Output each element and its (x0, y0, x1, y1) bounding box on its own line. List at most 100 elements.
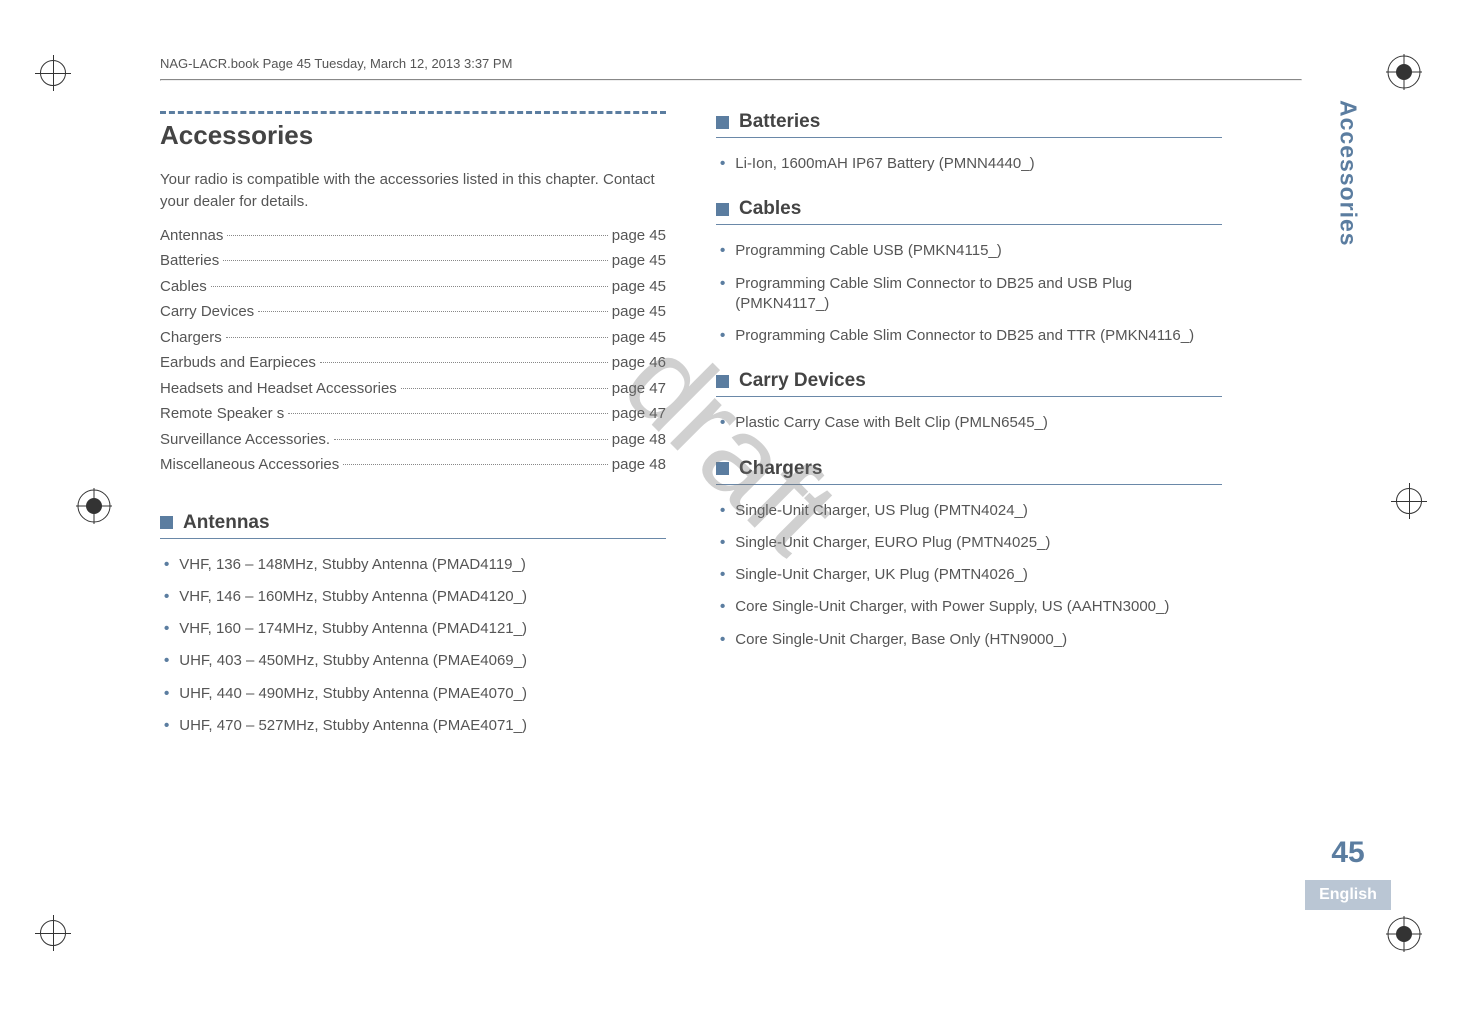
bullet-icon: • (720, 565, 725, 585)
toc-dots (288, 413, 608, 414)
list-item: •UHF, 403 – 450MHz, Stubby Antenna (PMAE… (164, 651, 666, 671)
bullet-icon: • (720, 326, 725, 346)
toc-row: Cablespage 45 (160, 274, 666, 300)
section-heading: Carry Devices (716, 370, 1222, 392)
toc-row: Batteriespage 45 (160, 248, 666, 274)
toc-dots (334, 439, 608, 440)
toc-page: page 45 (612, 223, 666, 249)
toc-page: page 45 (612, 325, 666, 351)
list-item-text: Single-Unit Charger, US Plug (PMTN4024_) (735, 501, 1028, 521)
toc-row: Miscellaneous Accessories page 48 (160, 452, 666, 478)
toc-page: page 48 (612, 427, 666, 453)
list-item: • Li-Ion, 1600mAH IP67 Battery (PMNN4440_… (720, 154, 1222, 174)
toc-dots (258, 311, 608, 312)
toc-dots (211, 286, 608, 287)
list-item: • Single-Unit Charger, US Plug (PMTN4024_… (720, 501, 1222, 521)
toc-label: Remote Speaker s (160, 401, 284, 427)
bullet-list: • Plastic Carry Case with Belt Clip (PMLN… (716, 413, 1222, 433)
section-marker-icon (716, 462, 729, 475)
registration-mark-icon (1396, 488, 1422, 514)
toc-row: Remote Speaker s page 47 (160, 401, 666, 427)
section-title: Chargers (739, 458, 822, 480)
list-item-text: UHF, 440 – 490MHz, Stubby Antenna (PMAE4… (179, 684, 527, 704)
target-icon (1386, 916, 1422, 952)
list-item-text: Core Single-Unit Charger, Base Only (HTN… (735, 630, 1067, 650)
list-item-text: Core Single-Unit Charger, with Power Sup… (735, 597, 1169, 617)
bullet-list: •VHF, 136 – 148MHz, Stubby Antenna (PMAD… (160, 555, 666, 737)
bullet-icon: • (164, 716, 169, 736)
document-page: NAG-LACR.book Page 45 Tuesday, March 12,… (100, 40, 1362, 973)
side-chapter-label: Accessories (1335, 100, 1362, 247)
page-title: Accessories (160, 120, 666, 151)
toc-row: Carry Devicespage 45 (160, 299, 666, 325)
section-marker-icon (716, 116, 729, 129)
toc-row: Antennaspage 45 (160, 223, 666, 249)
list-item-text: Single-Unit Charger, UK Plug (PMTN4026_) (735, 565, 1028, 585)
list-item: • Single-Unit Charger, EURO Plug (PMTN402… (720, 533, 1222, 553)
toc-label: Earbuds and Earpieces (160, 350, 316, 376)
section-chargers: Chargers • Single-Unit Charger, US Plug (… (716, 458, 1222, 650)
toc-dots (401, 388, 608, 389)
toc-row: Headsets and Headset Accessoriespage 47 (160, 376, 666, 402)
list-item: •Programming Cable Slim Connector to DB2… (720, 274, 1222, 315)
toc-page: page 45 (612, 274, 666, 300)
list-item: • UHF, 470 – 527MHz, Stubby Antenna (PMAE… (164, 716, 666, 736)
list-item-text: UHF, 470 – 527MHz, Stubby Antenna (PMAE4… (179, 716, 527, 736)
section-title: Batteries (739, 111, 820, 133)
header-divider (160, 79, 1302, 81)
registration-mark-icon (40, 920, 66, 946)
section-cables: Cables • Programming Cable USB (PMKN4115_… (716, 198, 1222, 346)
toc-row: Earbuds and Earpiecespage 46 (160, 350, 666, 376)
toc-row: Chargers page 45 (160, 325, 666, 351)
column-left: Accessories Your radio is compatible wit… (160, 111, 666, 973)
column-right: Batteries • Li-Ion, 1600mAH IP67 Battery … (716, 111, 1222, 973)
title-dashed-rule (160, 111, 666, 114)
list-item-text: UHF, 403 – 450MHz, Stubby Antenna (PMAE4… (179, 651, 527, 671)
list-item-text: VHF, 146 – 160MHz, Stubby Antenna (PMAD4… (179, 587, 527, 607)
bullet-icon: • (164, 555, 169, 575)
toc-dots (226, 337, 608, 338)
section-divider (716, 224, 1222, 225)
bullet-icon: • (720, 274, 725, 315)
section-heading: Cables (716, 198, 1222, 220)
bullet-icon: • (720, 154, 725, 174)
section-heading: Batteries (716, 111, 1222, 133)
bullet-icon: • (720, 241, 725, 261)
bullet-icon: • (720, 413, 725, 433)
page-number: 45 (1305, 836, 1391, 870)
list-item-text: Plastic Carry Case with Belt Clip (PMLN6… (735, 413, 1048, 433)
toc-dots (223, 260, 608, 261)
bullet-list: • Programming Cable USB (PMKN4115_) •Prog… (716, 241, 1222, 346)
section-heading: Antennas (160, 512, 666, 534)
bullet-icon: • (720, 533, 725, 553)
bullet-icon: • (720, 501, 725, 521)
bullet-icon: • (164, 587, 169, 607)
toc-label: Chargers (160, 325, 222, 351)
toc-dots (227, 235, 607, 236)
section-divider (716, 484, 1222, 485)
toc-page: page 47 (612, 401, 666, 427)
list-item: • Single-Unit Charger, UK Plug (PMTN4026_… (720, 565, 1222, 585)
content-columns: Accessories Your radio is compatible wit… (100, 111, 1362, 973)
toc-label: Miscellaneous Accessories (160, 452, 339, 478)
section-title: Antennas (183, 512, 270, 534)
list-item-text: Li-Ion, 1600mAH IP67 Battery (PMNN4440_) (735, 154, 1034, 174)
toc-page: page 48 (612, 452, 666, 478)
section-carry-devices: Carry Devices • Plastic Carry Case with B… (716, 370, 1222, 433)
list-item: •Core Single-Unit Charger, Base Only (HT… (720, 630, 1222, 650)
list-item: •VHF, 160 – 174MHz, Stubby Antenna (PMAD… (164, 619, 666, 639)
side-tab: Accessories 45 English (1330, 100, 1366, 910)
list-item-text: Programming Cable USB (PMKN4115_) (735, 241, 1002, 261)
toc-label: Surveillance Accessories. (160, 427, 330, 453)
bullet-icon: • (720, 597, 725, 617)
section-marker-icon (716, 203, 729, 216)
list-item: • Plastic Carry Case with Belt Clip (PMLN… (720, 413, 1222, 433)
section-antennas: Antennas •VHF, 136 – 148MHz, Stubby Ante… (160, 512, 666, 737)
list-item: • VHF, 146 – 160MHz, Stubby Antenna (PMAD… (164, 587, 666, 607)
list-item-text: Single-Unit Charger, EURO Plug (PMTN4025… (735, 533, 1050, 553)
toc-page: page 47 (612, 376, 666, 402)
toc-dots (343, 464, 608, 465)
table-of-contents: Antennaspage 45 Batteriespage 45 Cablesp… (160, 223, 666, 478)
intro-paragraph: Your radio is compatible with the access… (160, 169, 666, 213)
section-divider (716, 396, 1222, 397)
